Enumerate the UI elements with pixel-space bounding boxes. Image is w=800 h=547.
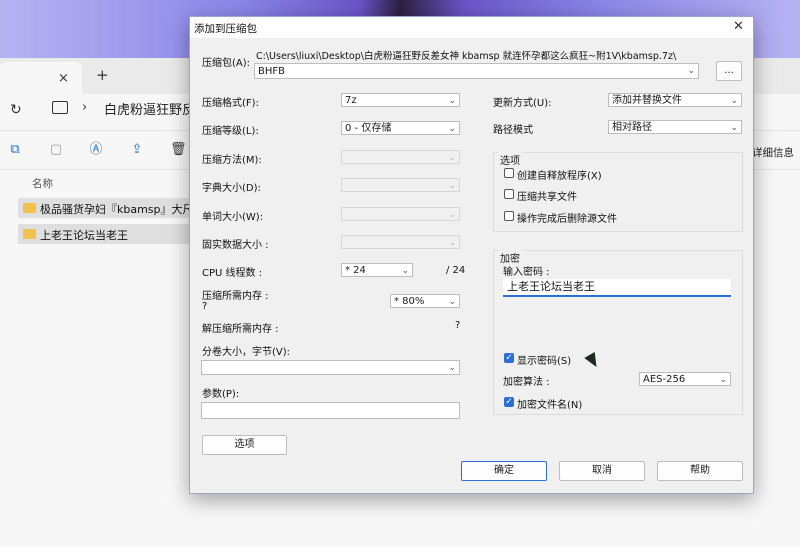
delete-icon[interactable]: 🗑 [170, 143, 187, 157]
breadcrumb-path[interactable]: 白虎粉逼狂野反 [104, 99, 195, 118]
format-select[interactable]: 7z ⌄ [341, 93, 460, 107]
explorer-tab[interactable]: × [0, 62, 82, 94]
refresh-icon[interactable]: ↻ [10, 102, 22, 118]
cpu-threads-select[interactable]: * 24 ⌄ [341, 263, 413, 277]
chevron-down-icon: ⌄ [730, 123, 738, 133]
dict-size-select: ⌄ [341, 178, 460, 192]
password-input[interactable]: 上老王论坛当老王 [503, 279, 731, 297]
method-label: 压缩方法(M): [202, 155, 262, 166]
file-row[interactable]: 极品骚货孕妇『kbamsp』大尺度 [18, 198, 205, 218]
chevron-down-icon: ⌄ [448, 210, 456, 220]
encryption-method-value: AES-256 [643, 374, 686, 385]
memory-limit-value: * 80% [394, 296, 425, 307]
close-tab-icon[interactable]: × [58, 71, 69, 86]
options-button[interactable]: 选项 [202, 435, 287, 455]
archive-name-combo[interactable]: BHFB ⌄ [254, 63, 699, 79]
update-mode-value: 添加并替换文件 [612, 95, 682, 106]
password-label: 输入密码 : [503, 267, 550, 278]
delete-after-checkbox[interactable] [504, 211, 514, 221]
format-value: 7z [345, 95, 357, 106]
folder-icon [23, 203, 36, 213]
paste-icon[interactable]: ▢ [49, 143, 63, 157]
method-select: ⌄ [341, 150, 460, 164]
format-label: 压缩格式(F): [202, 98, 259, 109]
file-row[interactable]: 上老王论坛当老王 [18, 224, 190, 244]
decompress-memory-value: ? [455, 320, 461, 331]
dialog-title-bar: 添加到压缩包 ✕ [190, 17, 753, 38]
path-mode-label: 路径模式 [493, 125, 533, 136]
parameters-input[interactable] [201, 402, 460, 419]
encrypt-names-checkbox[interactable]: ✓ [504, 397, 514, 407]
archive-name-value: BHFB [258, 66, 285, 77]
dialog-title: 添加到压缩包 [194, 23, 257, 35]
encryption-method-label: 加密算法 : [503, 377, 550, 388]
cpu-threads-value: * 24 [345, 265, 366, 276]
chevron-down-icon: ⌄ [448, 297, 456, 307]
folder-icon [23, 229, 36, 239]
file-name: 极品骚货孕妇『kbamsp』大尺度 [40, 203, 205, 216]
chevron-down-icon: ⌄ [448, 96, 456, 106]
dict-size-label: 字典大小(D): [202, 183, 261, 194]
word-size-label: 单词大小(W): [202, 212, 264, 223]
update-mode-label: 更新方式(U): [493, 98, 552, 109]
delete-after-label[interactable]: 操作完成后删除源文件 [517, 210, 617, 225]
chevron-down-icon: ⌄ [448, 153, 456, 163]
show-password-checkbox[interactable]: ✓ [504, 353, 514, 363]
archive-label: 压缩包(A): [202, 58, 251, 69]
details-button[interactable]: 详细信息 [752, 145, 794, 160]
split-volume-label: 分卷大小，字节(V): [202, 347, 291, 358]
chevron-down-icon: ⌄ [448, 363, 456, 373]
chevron-down-icon: ⌄ [448, 238, 456, 248]
level-label: 压缩等级(L): [202, 126, 259, 137]
encryption-method-select[interactable]: AES-256 ⌄ [639, 372, 731, 386]
cpu-threads-total: / 24 [446, 265, 466, 276]
options-group-title: 选项 [498, 152, 522, 167]
parameters-label: 参数(P): [202, 389, 240, 400]
new-tab-icon[interactable]: + [96, 66, 109, 84]
chevron-down-icon: ⌄ [448, 181, 456, 191]
computer-icon[interactable] [52, 101, 68, 114]
level-select[interactable]: 0 - 仅存储 ⌄ [341, 121, 460, 135]
file-name: 上老王论坛当老王 [40, 229, 128, 242]
word-size-select: ⌄ [341, 207, 460, 221]
level-value: 0 - 仅存储 [345, 123, 392, 134]
memory-usage-label: 压缩所需内存 : [202, 291, 269, 302]
close-icon[interactable]: ✕ [733, 19, 744, 34]
ok-button[interactable]: 确定 [461, 461, 547, 481]
cpu-threads-label: CPU 线程数 : [202, 268, 263, 279]
browse-button[interactable]: ... [716, 61, 742, 81]
add-to-archive-dialog: 添加到压缩包 ✕ 压缩包(A): C:\Users\liuxi\Desktop\… [189, 16, 754, 494]
solid-size-label: 固实数据大小 : [202, 240, 269, 251]
shared-files-checkbox[interactable] [504, 189, 514, 199]
cancel-button[interactable]: 取消 [559, 461, 645, 481]
column-header-name[interactable]: 名称 [32, 176, 53, 191]
chevron-down-icon: ⌄ [687, 66, 695, 76]
sfx-label[interactable]: 创建自释放程序(X) [517, 167, 602, 182]
share-icon[interactable]: ⇪ [130, 143, 144, 157]
rename-icon[interactable]: Ⓐ [89, 143, 103, 157]
sfx-checkbox[interactable] [504, 168, 514, 178]
update-mode-select[interactable]: 添加并替换文件 ⌄ [608, 93, 742, 107]
copy-icon[interactable]: ⧉ [8, 143, 22, 157]
solid-size-select: ⌄ [341, 235, 460, 249]
encrypt-names-label[interactable]: 加密文件名(N) [517, 396, 582, 411]
chevron-down-icon: ⌄ [401, 266, 409, 276]
decompress-memory-label: 解压缩所需内存 : [202, 324, 279, 335]
shared-files-label[interactable]: 压缩共享文件 [517, 188, 577, 203]
show-password-label[interactable]: 显示密码(S) [517, 352, 571, 367]
archive-path: C:\Users\liuxi\Desktop\白虎粉逼狂野反差女神 kbamsp… [256, 51, 677, 62]
split-volume-combo[interactable]: ⌄ [201, 360, 460, 375]
memory-usage-value: ? [202, 301, 208, 312]
chevron-down-icon: ⌄ [730, 96, 738, 106]
path-mode-select[interactable]: 相对路径 ⌄ [608, 120, 742, 134]
path-mode-value: 相对路径 [612, 122, 652, 133]
memory-limit-select[interactable]: * 80% ⌄ [390, 294, 460, 308]
chevron-down-icon: ⌄ [719, 375, 727, 385]
chevron-down-icon: ⌄ [448, 124, 456, 134]
chevron-right-icon[interactable]: › [82, 100, 87, 115]
help-button[interactable]: 帮助 [657, 461, 743, 481]
